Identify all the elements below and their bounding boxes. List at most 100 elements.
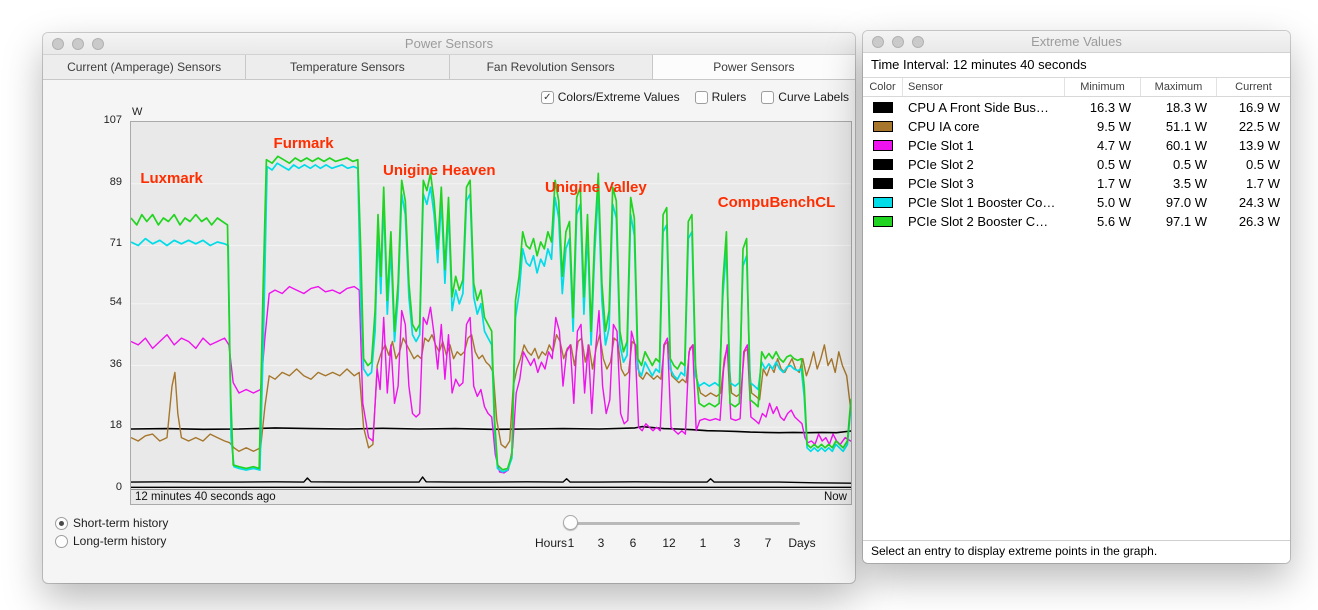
- table-row[interactable]: PCIe Slot 2 0.5 W 0.5 W 0.5 W: [863, 155, 1290, 174]
- sensor-name: PCIe Slot 3: [908, 176, 974, 191]
- table-row[interactable]: CPU IA core 9.5 W 51.1 W 22.5 W: [863, 117, 1290, 136]
- column-header-sensor[interactable]: Sensor: [903, 78, 1065, 96]
- y-tick-label: 36: [109, 357, 122, 370]
- table-row[interactable]: PCIe Slot 2 Booster C… 5.6 W 97.1 W 26.3 W: [863, 212, 1290, 231]
- tab-temperature-sensors[interactable]: Temperature Sensors: [246, 55, 450, 79]
- color-swatch: [873, 121, 893, 132]
- sensor-name: PCIe Slot 1: [908, 138, 974, 153]
- column-header-maximum[interactable]: Maximum: [1141, 78, 1217, 96]
- table-row[interactable]: PCIe Slot 3 1.7 W 3.5 W 1.7 W: [863, 174, 1290, 193]
- slider-label: 12: [662, 536, 676, 550]
- color-cell: [863, 212, 903, 231]
- column-header-current[interactable]: Current: [1217, 78, 1290, 96]
- chart-plot[interactable]: Luxmark Furmark Unigine Heaven Unigine Vall…: [131, 122, 851, 489]
- color-swatch: [873, 197, 893, 208]
- zoom-button[interactable]: [92, 38, 104, 50]
- sensor-name: PCIe Slot 2 Booster C…: [908, 214, 1049, 229]
- y-tick-label: 71: [109, 237, 122, 250]
- y-tick-label: 54: [109, 295, 122, 308]
- series-pcie-slot-1[interactable]: [131, 285, 851, 474]
- current-value: 1.7 W: [1246, 176, 1280, 191]
- slider-label: Days: [788, 536, 816, 550]
- column-header-minimum[interactable]: Minimum: [1065, 78, 1141, 96]
- checkbox-label: Curve Labels: [778, 90, 849, 104]
- radio-label: Short-term history: [73, 516, 169, 530]
- sensor-name: CPU A Front Side Bus…: [908, 100, 1049, 115]
- zoom-button[interactable]: [912, 36, 924, 48]
- sensor-name: CPU IA core: [908, 119, 980, 134]
- slider-label: 3: [597, 536, 605, 550]
- tab-fan-revolution-sensors[interactable]: Fan Revolution Sensors: [449, 55, 653, 79]
- checkbox-row: ✓ Colors/Extreme Values Rulers Curve Labels: [540, 90, 849, 104]
- radio-short-term-history[interactable]: Short-term history: [55, 515, 168, 531]
- tab-power-sensors[interactable]: Power Sensors: [652, 55, 855, 79]
- color-cell: [863, 155, 903, 174]
- slider-label: 3: [733, 536, 741, 550]
- checkbox-box: ✓: [540, 90, 554, 104]
- window-title: Extreme Values: [1031, 34, 1122, 49]
- minimum-value: 5.0 W: [1097, 195, 1131, 210]
- window-controls: [52, 38, 104, 50]
- color-swatch: [873, 178, 893, 189]
- x-axis-right-label: Now: [823, 491, 847, 503]
- table-row[interactable]: CPU A Front Side Bus… 16.3 W 18.3 W 16.9 W: [863, 98, 1290, 117]
- y-tick-label: 107: [103, 114, 122, 126]
- column-header-color[interactable]: Color: [863, 78, 903, 96]
- tab-current-amperage-sensors[interactable]: Current (Amperage) Sensors: [43, 55, 247, 79]
- y-tick-label: 89: [109, 175, 122, 188]
- checkbox-colors-extreme-values[interactable]: ✓ Colors/Extreme Values: [540, 90, 680, 104]
- slider-labels: Hours 1 3 6 12 1 3 7 Days: [43, 536, 855, 552]
- sensor-name: PCIe Slot 2: [908, 157, 974, 172]
- minimum-value: 16.3 W: [1089, 100, 1131, 115]
- minimize-button[interactable]: [892, 36, 904, 48]
- history-slider-track[interactable]: [567, 522, 800, 525]
- maximum-value: 97.0 W: [1165, 195, 1207, 210]
- checkbox-rulers[interactable]: Rulers: [694, 90, 747, 104]
- current-value: 22.5 W: [1238, 119, 1280, 134]
- slider-label: 1: [699, 536, 707, 550]
- checkbox-label: Rulers: [711, 90, 747, 104]
- sensor-name: PCIe Slot 1 Booster Co…: [908, 195, 1056, 210]
- checkbox-label: Colors/Extreme Values: [557, 90, 680, 104]
- table-row[interactable]: PCIe Slot 1 Booster Co… 5.0 W 97.0 W 24.3 W: [863, 193, 1290, 212]
- series-pcie-slot-3[interactable]: [131, 476, 851, 484]
- checkbox-curve-labels[interactable]: Curve Labels: [761, 90, 849, 104]
- maximum-value: 51.1 W: [1165, 119, 1207, 134]
- slider-label: 7: [764, 536, 772, 550]
- y-axis-unit: W: [132, 106, 143, 118]
- chart-area: Luxmark Furmark Unigine Heaven Unigine Vall…: [130, 121, 852, 505]
- power-window-titlebar[interactable]: Power Sensors: [43, 33, 855, 55]
- maximum-value: 97.1 W: [1165, 214, 1207, 229]
- maximum-value: 60.1 W: [1165, 138, 1207, 153]
- radio-button: [55, 516, 68, 530]
- y-tick-label: 18: [109, 419, 122, 432]
- window-controls: [872, 36, 924, 48]
- color-cell: [863, 174, 903, 193]
- close-button[interactable]: [872, 36, 884, 48]
- slider-label: Hours: [534, 536, 568, 550]
- maximum-value: 0.5 W: [1173, 157, 1207, 172]
- minimize-button[interactable]: [72, 38, 84, 50]
- maximum-value: 18.3 W: [1165, 100, 1207, 115]
- extreme-window-titlebar[interactable]: Extreme Values: [863, 31, 1290, 53]
- chart-svg[interactable]: [131, 122, 851, 489]
- color-cell: [863, 136, 903, 155]
- history-slider-thumb[interactable]: [563, 515, 578, 530]
- slider-label: 1: [567, 536, 575, 550]
- table-row[interactable]: PCIe Slot 1 4.7 W 60.1 W 13.9 W: [863, 136, 1290, 155]
- series-pcie-slot-1-booster-co[interactable]: [131, 162, 851, 473]
- current-value: 13.9 W: [1238, 138, 1280, 153]
- window-title: Power Sensors: [404, 36, 494, 51]
- close-button[interactable]: [52, 38, 64, 50]
- color-swatch: [873, 216, 893, 227]
- series-pcie-slot-2-booster-c[interactable]: [131, 155, 851, 471]
- y-tick-label: 0: [115, 481, 122, 493]
- current-value: 26.3 W: [1238, 214, 1280, 229]
- power-sensors-window: Power Sensors Current (Amperage) Sensors…: [43, 33, 855, 583]
- color-swatch: [873, 159, 893, 170]
- color-cell: [863, 117, 903, 136]
- minimum-value: 1.7 W: [1097, 176, 1131, 191]
- color-cell: [863, 193, 903, 212]
- x-axis: 12 minutes 40 seconds ago Now: [131, 489, 851, 504]
- minimum-value: 0.5 W: [1097, 157, 1131, 172]
